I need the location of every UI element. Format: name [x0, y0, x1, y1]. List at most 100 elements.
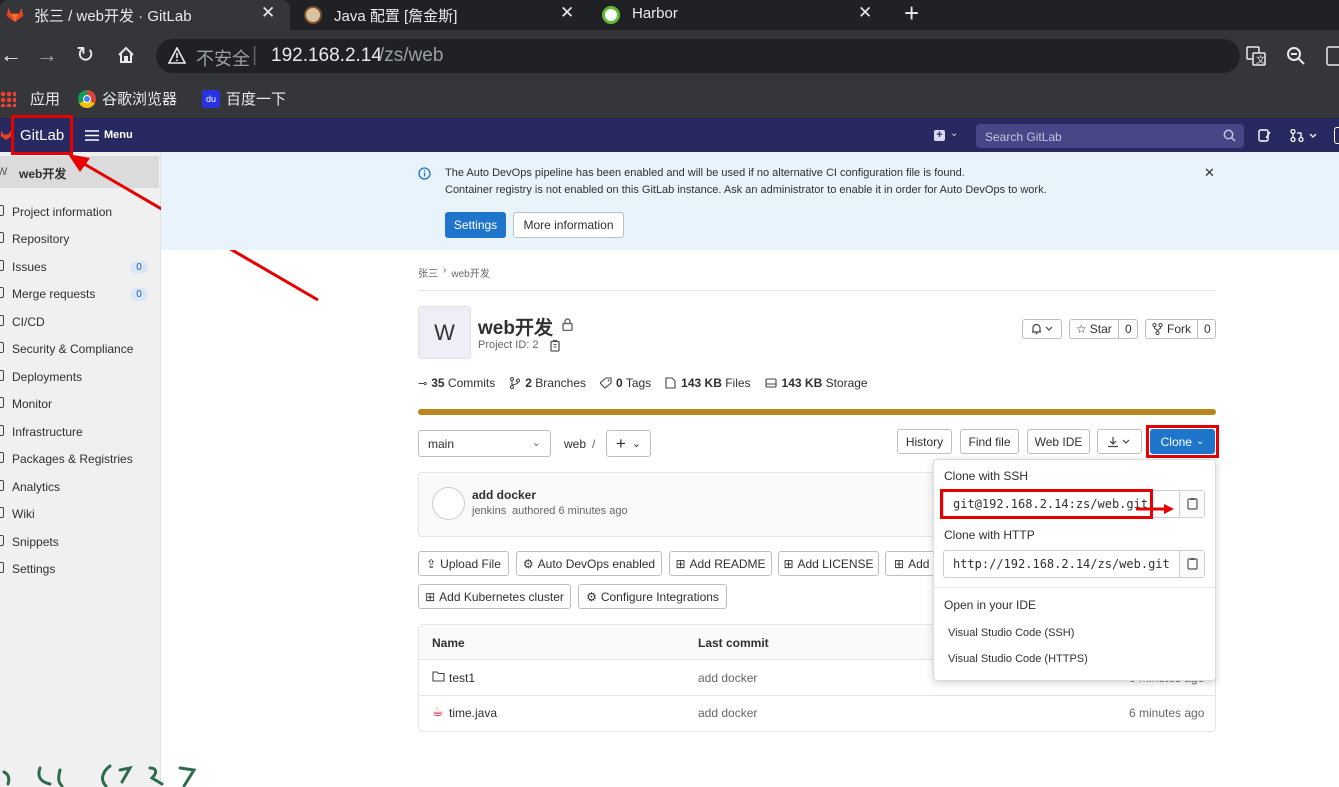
tags-link[interactable]: 0 Tags: [616, 376, 651, 390]
sidebar-item-analytics[interactable]: Analytics: [0, 474, 159, 498]
sidebar-item-deployments[interactable]: Deployments: [0, 364, 159, 388]
issues-icon[interactable]: [1258, 129, 1271, 142]
avatar[interactable]: [432, 487, 465, 520]
back-icon[interactable]: ←: [0, 44, 22, 66]
star-button[interactable]: ☆ Star 0: [1069, 319, 1138, 339]
bookmark-label: 谷歌浏览器: [102, 91, 178, 108]
copy-id-icon[interactable]: [550, 339, 562, 352]
copy-http-button[interactable]: [1179, 551, 1204, 577]
browser-tab-jenkins[interactable]: Java 配置 [詹金斯] ✕: [292, 0, 588, 30]
sidebar-item-monitor[interactable]: Monitor: [0, 391, 159, 415]
close-tab-icon[interactable]: ✕: [560, 3, 574, 23]
warning-icon: [168, 47, 186, 64]
branches-link[interactable]: 2 Branches: [525, 376, 586, 390]
chevron-down-icon: ⌄: [631, 438, 642, 450]
file-last-commit[interactable]: add docker: [698, 706, 757, 720]
sidebar-item-snippets[interactable]: Snippets: [0, 529, 159, 553]
tag-icon: [600, 377, 612, 389]
storage-link[interactable]: 143 KB Storage: [782, 376, 868, 390]
sidebar-item-ci-cd[interactable]: CI/CD: [0, 309, 159, 333]
info-icon: [418, 167, 431, 180]
file-name[interactable]: test1: [449, 671, 475, 685]
commits-icon: ⊸: [418, 377, 428, 390]
browser-tab-gitlab[interactable]: 张三 / web开发 · GitLab ✕: [0, 0, 290, 30]
extension-icon[interactable]: [1326, 46, 1339, 66]
settings-button[interactable]: Settings: [445, 212, 506, 238]
rocket-icon: [0, 315, 4, 326]
tags-count: 0: [616, 376, 623, 390]
repo-path-root[interactable]: web: [564, 437, 586, 451]
copy-ssh-button[interactable]: [1179, 491, 1204, 517]
branch-selector[interactable]: main ⌄: [418, 430, 551, 457]
more-information-button[interactable]: More information: [513, 212, 624, 238]
file-last-commit[interactable]: add docker: [698, 671, 757, 685]
commit-meta: authored 6 minutes ago: [512, 505, 628, 517]
merge-requests-icon[interactable]: [1290, 129, 1320, 142]
commit-title[interactable]: add docker: [472, 488, 536, 502]
project-avatar: W: [418, 306, 471, 359]
fork-count: 0: [1204, 322, 1211, 336]
forward-icon[interactable]: →: [36, 44, 58, 66]
translate-icon[interactable]: 文: [1246, 46, 1266, 66]
open-vscode-https[interactable]: Visual Studio Code (HTTPS): [948, 653, 1088, 665]
apps-grid-icon: [0, 90, 16, 107]
bookmark-apps[interactable]: 应用: [0, 88, 60, 109]
download-button[interactable]: [1097, 429, 1142, 454]
plus-square-icon: ⊞: [425, 589, 436, 604]
close-tab-icon[interactable]: ✕: [261, 3, 275, 23]
sidebar-item-label: Snippets: [12, 535, 59, 549]
new-tab-button[interactable]: +: [904, 0, 919, 29]
gear-icon: ⚙: [586, 589, 597, 604]
browser-tab-harbor[interactable]: Harbor ✕: [590, 0, 886, 30]
file-icon: [665, 377, 676, 389]
configure-integrations-button[interactable]: ⚙ Configure Integrations: [578, 584, 727, 609]
notification-button[interactable]: [1022, 319, 1062, 339]
new-dropdown-button[interactable]: + ⌄: [933, 128, 963, 144]
commit-author[interactable]: jenkins: [472, 505, 506, 517]
add-readme-button[interactable]: ⊞ Add README: [669, 551, 772, 576]
help-icon[interactable]: [1334, 127, 1339, 144]
file-name[interactable]: time.java: [449, 706, 497, 720]
plus-square-icon: ⊞: [894, 556, 905, 571]
sidebar-item-settings[interactable]: Settings: [0, 556, 159, 580]
sidebar-item-infrastructure[interactable]: Infrastructure: [0, 419, 159, 443]
upload-file-button[interactable]: ⇪ Upload File: [418, 551, 509, 576]
files-link[interactable]: 143 KB Files: [681, 376, 750, 390]
hamburger-icon[interactable]: [85, 130, 99, 141]
repository-language-bar: [418, 409, 1216, 415]
sidebar-item-label: Analytics: [12, 480, 61, 494]
sidebar-item-wiki[interactable]: Wiki: [0, 501, 159, 525]
table-row[interactable]: ☕ time.java add docker 6 minutes ago: [419, 696, 1215, 730]
open-vscode-ssh[interactable]: Visual Studio Code (SSH): [948, 627, 1074, 639]
add-to-tree-button[interactable]: + ⌄: [606, 430, 651, 457]
auto-devops-button[interactable]: ⚙ Auto DevOps enabled: [516, 551, 662, 576]
commits-link[interactable]: 35 Commits: [431, 376, 495, 390]
breadcrumb-owner[interactable]: 张三: [418, 265, 438, 280]
zoom-icon[interactable]: [1286, 46, 1306, 66]
close-tab-icon[interactable]: ✕: [858, 3, 872, 23]
chevron-down-icon: ⌄: [531, 437, 541, 449]
breadcrumb: 张三 › web开发: [418, 265, 490, 280]
bookmark-chrome[interactable]: 谷歌浏览器: [78, 88, 177, 109]
url-path[interactable]: /zs/web: [379, 45, 443, 67]
add-changelog-button[interactable]: ⊞ Add: [885, 551, 937, 576]
sidebar-item-label: Monitor: [12, 397, 53, 411]
reload-icon[interactable]: ↻: [76, 44, 94, 66]
add-license-button[interactable]: ⊞ Add LICENSE: [778, 551, 879, 576]
divider: [418, 290, 1216, 291]
add-kubernetes-button[interactable]: ⊞ Add Kubernetes cluster: [418, 584, 571, 609]
package-icon: [0, 452, 4, 463]
menu-button[interactable]: Menu: [104, 129, 133, 141]
sidebar-item-packages-registries[interactable]: Packages & Registries: [0, 446, 159, 470]
bookmark-baidu[interactable]: du 百度一下: [202, 88, 286, 109]
find-file-button[interactable]: Find file: [960, 429, 1019, 454]
sidebar-project-avatar: W: [0, 166, 8, 178]
web-ide-button[interactable]: Web IDE: [1027, 429, 1090, 454]
history-button[interactable]: History: [897, 429, 952, 454]
url-host[interactable]: 192.168.2.14: [271, 45, 382, 67]
breadcrumb-project[interactable]: web开发: [451, 265, 489, 280]
fork-button[interactable]: Fork 0: [1145, 319, 1216, 339]
home-icon[interactable]: [116, 45, 136, 65]
sidebar-item-security-compliance[interactable]: Security & Compliance: [0, 336, 159, 360]
close-banner-icon[interactable]: ✕: [1204, 165, 1215, 181]
